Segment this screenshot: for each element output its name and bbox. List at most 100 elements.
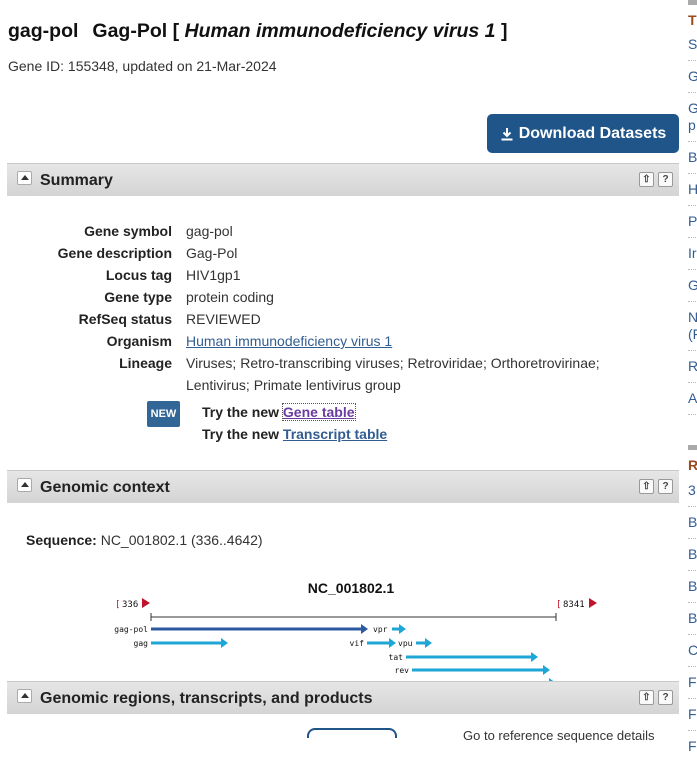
page-title: gag-pol Gag-Pol [ Human immunodeficiency …	[8, 20, 507, 43]
sidebar-link[interactable]: F	[688, 738, 697, 754]
try-gene-table: Try the new Gene table	[202, 403, 356, 421]
viewer-title: NC_001802.1	[308, 580, 395, 596]
gene-label-vpu[interactable]: vpu	[398, 639, 413, 648]
summary-row: Locus tag HIV1gp1	[30, 264, 636, 286]
go-to-reference-button[interactable]	[307, 728, 397, 738]
collapse-icon[interactable]	[17, 689, 32, 703]
gene-symbol-title: gag-pol	[8, 20, 79, 42]
sidebar-separator	[688, 350, 697, 351]
end-coordinate: 8341	[563, 600, 585, 610]
sidebar-bar	[688, 445, 697, 450]
gene-label-rev[interactable]: rev	[395, 666, 410, 675]
transcript-table-link[interactable]: Transcript table	[283, 426, 387, 442]
sidebar-link[interactable]: B	[688, 514, 697, 530]
sequence-label: Sequence:	[26, 532, 97, 548]
gene-arrow-icon	[543, 665, 550, 675]
summary-value: gag-pol	[186, 223, 233, 239]
gene-tracks: gag-polgagvprvifvputatrevenv	[114, 624, 556, 688]
gene-arrow-icon	[399, 624, 406, 634]
summary-value: protein coding	[186, 289, 274, 305]
sequence-line: Sequence: NC_001802.1 (336..4642)	[26, 532, 263, 548]
collapse-icon[interactable]	[17, 478, 32, 492]
organism-link[interactable]: Human immunodeficiency virus 1	[186, 333, 392, 349]
start-marker: [	[115, 600, 120, 610]
summary-key: RefSeq status	[78, 311, 172, 327]
sidebar-link[interactable]: G	[688, 277, 697, 293]
summary-row: Gene description Gag-Pol	[30, 242, 636, 264]
genomic-context-section-header: Genomic context ⇧ ?	[7, 470, 679, 503]
organism-title: Human immunodeficiency virus 1	[184, 20, 496, 42]
gene-table-link[interactable]: Gene table	[281, 403, 356, 421]
sidebar-separator	[688, 237, 697, 238]
sidebar-link[interactable]: B	[688, 149, 697, 165]
sidebar-separator	[688, 634, 697, 635]
help-icon[interactable]: ?	[658, 690, 673, 705]
sidebar-separator	[688, 414, 697, 415]
section-title-summary: Summary	[40, 172, 113, 189]
summary-key: Organism	[106, 333, 172, 349]
summary-key: Gene description	[57, 245, 172, 261]
new-badge: NEW	[147, 401, 180, 427]
sidebar-link[interactable]: F	[688, 706, 697, 722]
top-icon[interactable]: ⇧	[639, 479, 654, 494]
gene-label-gag[interactable]: gag	[134, 639, 149, 648]
summary-key: Lineage	[119, 355, 172, 371]
sidebar-separator	[688, 173, 697, 174]
top-icon[interactable]: ⇧	[639, 172, 654, 187]
sidebar-bar	[688, 0, 697, 5]
help-icon[interactable]: ?	[658, 479, 673, 494]
sidebar-link[interactable]: p	[688, 117, 696, 133]
gene-arrow-icon	[389, 638, 396, 648]
download-datasets-button[interactable]: Download Datasets	[487, 114, 679, 153]
bottom-text: Go to reference sequence details	[463, 728, 655, 743]
sidebar-link[interactable]: H	[688, 181, 697, 197]
download-icon	[501, 127, 513, 140]
gene-label-tat[interactable]: tat	[389, 653, 404, 662]
sidebar-separator	[688, 205, 697, 206]
summary-key: Locus tag	[105, 267, 172, 283]
sidebar-link[interactable]: G	[688, 68, 697, 84]
sidebar-link[interactable]: B	[688, 578, 697, 594]
summary-section-header: Summary ⇧ ?	[7, 163, 679, 196]
summary-row: Lineage Viruses; Retro-transcribing virus…	[30, 352, 636, 396]
gene-label-vif[interactable]: vif	[350, 639, 365, 648]
sidebar-link[interactable]: C	[688, 642, 697, 658]
sidebar-separator	[688, 269, 697, 270]
try-transcript-table: Try the new Transcript table	[202, 426, 387, 442]
gene-label-gag-pol[interactable]: gag-pol	[114, 625, 148, 634]
sidebar-link[interactable]: B	[688, 546, 697, 562]
sidebar-separator	[688, 570, 697, 571]
sidebar-heading: T	[688, 12, 697, 28]
gene-arrow-icon	[531, 652, 538, 662]
sidebar-link[interactable]: G	[688, 100, 697, 116]
summary-table: Gene symbol gag-pol Gene description Gag-P…	[30, 220, 636, 396]
section-title-genomic-context: Genomic context	[40, 479, 170, 496]
sidebar-link[interactable]: S	[688, 36, 697, 52]
sidebar-link[interactable]: F	[688, 674, 697, 690]
sidebar-separator	[688, 141, 697, 142]
summary-value: REVIEWED	[186, 311, 261, 327]
sequence-value: NC_001802.1 (336..4642)	[100, 532, 263, 548]
collapse-icon[interactable]	[17, 171, 32, 185]
sidebar-link[interactable]: R	[688, 358, 697, 374]
sidebar-link[interactable]: Ir	[688, 245, 697, 261]
sidebar-link[interactable]: A	[688, 390, 697, 406]
sidebar-link[interactable]: B	[688, 610, 697, 626]
sidebar-link[interactable]: 3	[688, 482, 696, 498]
summary-row: Gene symbol gag-pol	[30, 220, 636, 242]
gene-label-vpr[interactable]: vpr	[373, 625, 388, 634]
sidebar-separator	[688, 60, 697, 61]
top-icon[interactable]: ⇧	[639, 690, 654, 705]
sidebar-separator	[688, 301, 697, 302]
genomic-context-viewer[interactable]: NC_001802.1 [ 336 [ 8341 gag-pol gag vprvi…	[0, 572, 697, 692]
sidebar-link[interactable]: (F	[688, 326, 697, 342]
help-icon[interactable]: ?	[658, 172, 673, 187]
summary-row: RefSeq status REVIEWED	[30, 308, 636, 330]
download-datasets-label: Download Datasets	[518, 124, 667, 142]
sidebar-link[interactable]: N	[688, 309, 697, 325]
section-title-regions: Genomic regions, transcripts, and produc…	[40, 690, 373, 707]
try-prefix: Try the new	[202, 404, 280, 420]
sidebar-link[interactable]: P	[688, 213, 697, 229]
summary-row: Gene type protein coding	[30, 286, 636, 308]
summary-row: Organism Human immunodeficiency virus 1	[30, 330, 636, 352]
